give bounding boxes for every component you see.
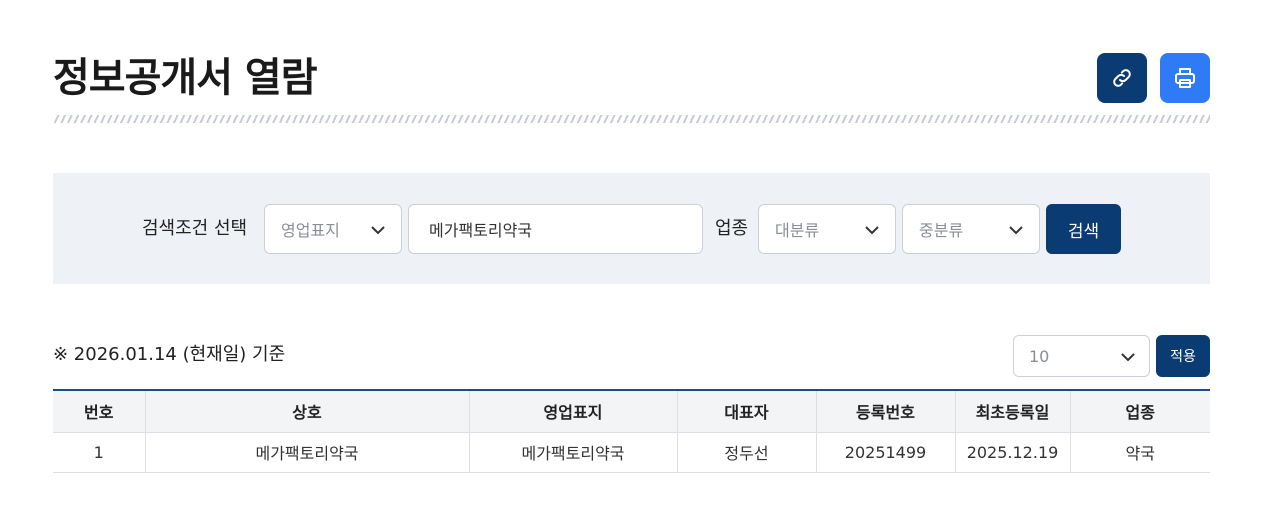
- column-header-representative: 대표자: [677, 390, 817, 433]
- chevron-down-icon: [865, 226, 879, 235]
- chevron-down-icon: [1121, 353, 1135, 362]
- cell-registration-number: 20251499: [816, 432, 956, 473]
- page-title: 정보공개서 열람: [53, 55, 318, 101]
- apply-button[interactable]: 적용: [1156, 335, 1210, 377]
- column-header-industry: 업종: [1070, 390, 1210, 433]
- chevron-down-icon: [371, 226, 385, 235]
- search-condition-label: 검색조건 선택: [142, 218, 248, 239]
- major-category-value: 대분류: [775, 221, 820, 240]
- cell-number: 1: [53, 432, 146, 473]
- search-condition-value: 영업표지: [281, 221, 340, 240]
- cell-first-registration-date: 2025.12.19: [955, 432, 1071, 473]
- cell-industry: 약국: [1070, 432, 1210, 473]
- cell-company: 메가팩토리약국: [145, 432, 470, 473]
- results-table: 번호 상호 영업표지 대표자 등록번호 최초등록일 업종 1 메가팩토리약국 메…: [53, 389, 1210, 473]
- page-size-value: 10: [1029, 346, 1050, 366]
- column-header-first-registration-date: 최초등록일: [955, 390, 1071, 433]
- search-button[interactable]: 검색: [1046, 204, 1121, 254]
- column-header-registration-number: 등록번호: [816, 390, 956, 433]
- column-header-company: 상호: [145, 390, 470, 433]
- print-button[interactable]: [1160, 53, 1210, 103]
- basis-date-text: ※ 2026.01.14 (현재일) 기준: [53, 344, 286, 365]
- search-condition-select[interactable]: 영업표지: [264, 204, 402, 254]
- cell-brand: 메가팩토리약국: [469, 432, 678, 473]
- chevron-down-icon: [1009, 226, 1023, 235]
- keyword-input[interactable]: [408, 204, 703, 254]
- column-header-brand: 영업표지: [469, 390, 678, 433]
- copy-link-button[interactable]: [1097, 53, 1147, 103]
- middle-category-value: 중분류: [919, 221, 964, 240]
- title-divider: [53, 115, 1210, 123]
- printer-icon: [1175, 68, 1195, 88]
- table-row[interactable]: 1 메가팩토리약국 메가팩토리약국 정두선 20251499 2025.12.1…: [53, 432, 1210, 473]
- table-header-row: 번호 상호 영업표지 대표자 등록번호 최초등록일 업종: [53, 390, 1210, 433]
- cell-representative: 정두선: [677, 432, 817, 473]
- search-panel: 검색조건 선택 영업표지 업종 대분류 중분류 검색: [53, 173, 1210, 284]
- link-icon: [1113, 69, 1131, 87]
- major-category-select[interactable]: 대분류: [758, 204, 896, 254]
- column-header-number: 번호: [53, 390, 146, 433]
- middle-category-select[interactable]: 중분류: [902, 204, 1040, 254]
- page-size-select[interactable]: 10: [1013, 335, 1150, 377]
- industry-label: 업종: [715, 218, 749, 239]
